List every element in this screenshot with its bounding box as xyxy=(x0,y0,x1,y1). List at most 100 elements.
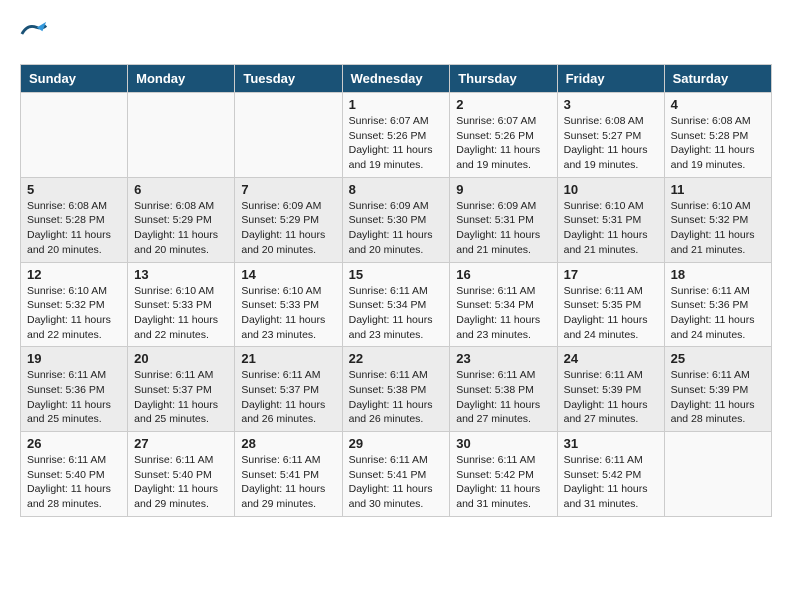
calendar-week-row: 1 Sunrise: 6:07 AM Sunset: 5:26 PM Daylig… xyxy=(21,93,772,178)
calendar-table: SundayMondayTuesdayWednesdayThursdayFrid… xyxy=(20,64,772,517)
day-info: Sunrise: 6:08 AM Sunset: 5:29 PM Dayligh… xyxy=(134,199,228,258)
calendar-cell: 15 Sunrise: 6:11 AM Sunset: 5:34 PM Dayli… xyxy=(342,262,450,347)
calendar-week-row: 26 Sunrise: 6:11 AM Sunset: 5:40 PM Dayli… xyxy=(21,432,772,517)
weekday-row: SundayMondayTuesdayWednesdayThursdayFrid… xyxy=(21,65,772,93)
day-info: Sunrise: 6:11 AM Sunset: 5:39 PM Dayligh… xyxy=(564,368,658,427)
calendar-cell: 11 Sunrise: 6:10 AM Sunset: 5:32 PM Dayli… xyxy=(664,177,771,262)
calendar-cell: 5Sunrise: 6:08 AM Sunset: 5:28 PM Daylig… xyxy=(21,177,128,262)
day-info: Sunrise: 6:09 AM Sunset: 5:29 PM Dayligh… xyxy=(241,199,335,258)
day-info: Sunrise: 6:11 AM Sunset: 5:35 PM Dayligh… xyxy=(564,284,658,343)
day-number: 23 xyxy=(456,351,550,366)
calendar-cell xyxy=(235,93,342,178)
weekday-header-monday: Monday xyxy=(128,65,235,93)
day-info: Sunrise: 6:11 AM Sunset: 5:38 PM Dayligh… xyxy=(349,368,444,427)
weekday-header-thursday: Thursday xyxy=(450,65,557,93)
day-number: 9 xyxy=(456,182,550,197)
day-number: 29 xyxy=(349,436,444,451)
day-info: Sunrise: 6:10 AM Sunset: 5:32 PM Dayligh… xyxy=(27,284,121,343)
calendar-cell: 18Sunrise: 6:11 AM Sunset: 5:36 PM Dayli… xyxy=(664,262,771,347)
calendar-cell: 31 Sunrise: 6:11 AM Sunset: 5:42 PM Dayli… xyxy=(557,432,664,517)
calendar-cell: 10 Sunrise: 6:10 AM Sunset: 5:31 PM Dayli… xyxy=(557,177,664,262)
calendar-cell: 12 Sunrise: 6:10 AM Sunset: 5:32 PM Dayli… xyxy=(21,262,128,347)
day-info: Sunrise: 6:10 AM Sunset: 5:32 PM Dayligh… xyxy=(671,199,765,258)
day-number: 19 xyxy=(27,351,121,366)
calendar-cell xyxy=(21,93,128,178)
calendar-cell: 7 Sunrise: 6:09 AM Sunset: 5:29 PM Daylig… xyxy=(235,177,342,262)
day-number: 24 xyxy=(564,351,658,366)
day-info: Sunrise: 6:11 AM Sunset: 5:41 PM Dayligh… xyxy=(349,453,444,512)
logo-icon xyxy=(20,20,48,48)
day-number: 6 xyxy=(134,182,228,197)
calendar-cell: 28Sunrise: 6:11 AM Sunset: 5:41 PM Dayli… xyxy=(235,432,342,517)
weekday-header-tuesday: Tuesday xyxy=(235,65,342,93)
day-number: 28 xyxy=(241,436,335,451)
logo xyxy=(20,20,52,48)
day-info: Sunrise: 6:11 AM Sunset: 5:38 PM Dayligh… xyxy=(456,368,550,427)
day-info: Sunrise: 6:11 AM Sunset: 5:37 PM Dayligh… xyxy=(134,368,228,427)
calendar-cell: 4Sunrise: 6:08 AM Sunset: 5:28 PM Daylig… xyxy=(664,93,771,178)
calendar-cell: 17 Sunrise: 6:11 AM Sunset: 5:35 PM Dayli… xyxy=(557,262,664,347)
weekday-header-friday: Friday xyxy=(557,65,664,93)
calendar-cell: 27 Sunrise: 6:11 AM Sunset: 5:40 PM Dayli… xyxy=(128,432,235,517)
day-number: 22 xyxy=(349,351,444,366)
calendar-cell xyxy=(664,432,771,517)
day-number: 25 xyxy=(671,351,765,366)
day-info: Sunrise: 6:11 AM Sunset: 5:39 PM Dayligh… xyxy=(671,368,765,427)
calendar-cell: 25 Sunrise: 6:11 AM Sunset: 5:39 PM Dayli… xyxy=(664,347,771,432)
day-info: Sunrise: 6:11 AM Sunset: 5:36 PM Dayligh… xyxy=(27,368,121,427)
day-number: 31 xyxy=(564,436,658,451)
day-number: 30 xyxy=(456,436,550,451)
day-info: Sunrise: 6:10 AM Sunset: 5:33 PM Dayligh… xyxy=(134,284,228,343)
day-number: 8 xyxy=(349,182,444,197)
day-info: Sunrise: 6:11 AM Sunset: 5:37 PM Dayligh… xyxy=(241,368,335,427)
calendar-cell: 24 Sunrise: 6:11 AM Sunset: 5:39 PM Dayli… xyxy=(557,347,664,432)
day-info: Sunrise: 6:10 AM Sunset: 5:31 PM Dayligh… xyxy=(564,199,658,258)
calendar-cell: 30Sunrise: 6:11 AM Sunset: 5:42 PM Dayli… xyxy=(450,432,557,517)
calendar-body: 1 Sunrise: 6:07 AM Sunset: 5:26 PM Daylig… xyxy=(21,93,772,517)
page-header xyxy=(20,20,772,48)
calendar-cell xyxy=(128,93,235,178)
calendar-cell: 22 Sunrise: 6:11 AM Sunset: 5:38 PM Dayli… xyxy=(342,347,450,432)
day-info: Sunrise: 6:11 AM Sunset: 5:34 PM Dayligh… xyxy=(456,284,550,343)
day-number: 20 xyxy=(134,351,228,366)
day-number: 12 xyxy=(27,267,121,282)
calendar-cell: 16Sunrise: 6:11 AM Sunset: 5:34 PM Dayli… xyxy=(450,262,557,347)
calendar-cell: 2 Sunrise: 6:07 AM Sunset: 5:26 PM Daylig… xyxy=(450,93,557,178)
day-number: 3 xyxy=(564,97,658,112)
calendar-cell: 20 Sunrise: 6:11 AM Sunset: 5:37 PM Dayli… xyxy=(128,347,235,432)
day-info: Sunrise: 6:08 AM Sunset: 5:28 PM Dayligh… xyxy=(27,199,121,258)
day-info: Sunrise: 6:11 AM Sunset: 5:40 PM Dayligh… xyxy=(134,453,228,512)
day-number: 18 xyxy=(671,267,765,282)
day-number: 10 xyxy=(564,182,658,197)
day-info: Sunrise: 6:07 AM Sunset: 5:26 PM Dayligh… xyxy=(456,114,550,173)
calendar-cell: 19 Sunrise: 6:11 AM Sunset: 5:36 PM Dayli… xyxy=(21,347,128,432)
day-number: 15 xyxy=(349,267,444,282)
day-number: 17 xyxy=(564,267,658,282)
weekday-header-wednesday: Wednesday xyxy=(342,65,450,93)
calendar-cell: 13Sunrise: 6:10 AM Sunset: 5:33 PM Dayli… xyxy=(128,262,235,347)
day-info: Sunrise: 6:07 AM Sunset: 5:26 PM Dayligh… xyxy=(349,114,444,173)
calendar-header: SundayMondayTuesdayWednesdayThursdayFrid… xyxy=(21,65,772,93)
day-number: 2 xyxy=(456,97,550,112)
calendar-week-row: 12 Sunrise: 6:10 AM Sunset: 5:32 PM Dayli… xyxy=(21,262,772,347)
day-number: 1 xyxy=(349,97,444,112)
day-info: Sunrise: 6:11 AM Sunset: 5:42 PM Dayligh… xyxy=(564,453,658,512)
day-number: 26 xyxy=(27,436,121,451)
day-number: 7 xyxy=(241,182,335,197)
weekday-header-sunday: Sunday xyxy=(21,65,128,93)
day-info: Sunrise: 6:09 AM Sunset: 5:30 PM Dayligh… xyxy=(349,199,444,258)
day-info: Sunrise: 6:11 AM Sunset: 5:40 PM Dayligh… xyxy=(27,453,121,512)
calendar-cell: 6 Sunrise: 6:08 AM Sunset: 5:29 PM Daylig… xyxy=(128,177,235,262)
calendar-cell: 14Sunrise: 6:10 AM Sunset: 5:33 PM Dayli… xyxy=(235,262,342,347)
calendar-cell: 8 Sunrise: 6:09 AM Sunset: 5:30 PM Daylig… xyxy=(342,177,450,262)
calendar-cell: 23 Sunrise: 6:11 AM Sunset: 5:38 PM Dayli… xyxy=(450,347,557,432)
calendar-cell: 26 Sunrise: 6:11 AM Sunset: 5:40 PM Dayli… xyxy=(21,432,128,517)
day-info: Sunrise: 6:09 AM Sunset: 5:31 PM Dayligh… xyxy=(456,199,550,258)
day-number: 27 xyxy=(134,436,228,451)
calendar-cell: 3Sunrise: 6:08 AM Sunset: 5:27 PM Daylig… xyxy=(557,93,664,178)
calendar-cell: 9 Sunrise: 6:09 AM Sunset: 5:31 PM Daylig… xyxy=(450,177,557,262)
calendar-week-row: 19 Sunrise: 6:11 AM Sunset: 5:36 PM Dayli… xyxy=(21,347,772,432)
calendar-cell: 29 Sunrise: 6:11 AM Sunset: 5:41 PM Dayli… xyxy=(342,432,450,517)
day-info: Sunrise: 6:11 AM Sunset: 5:34 PM Dayligh… xyxy=(349,284,444,343)
day-number: 11 xyxy=(671,182,765,197)
